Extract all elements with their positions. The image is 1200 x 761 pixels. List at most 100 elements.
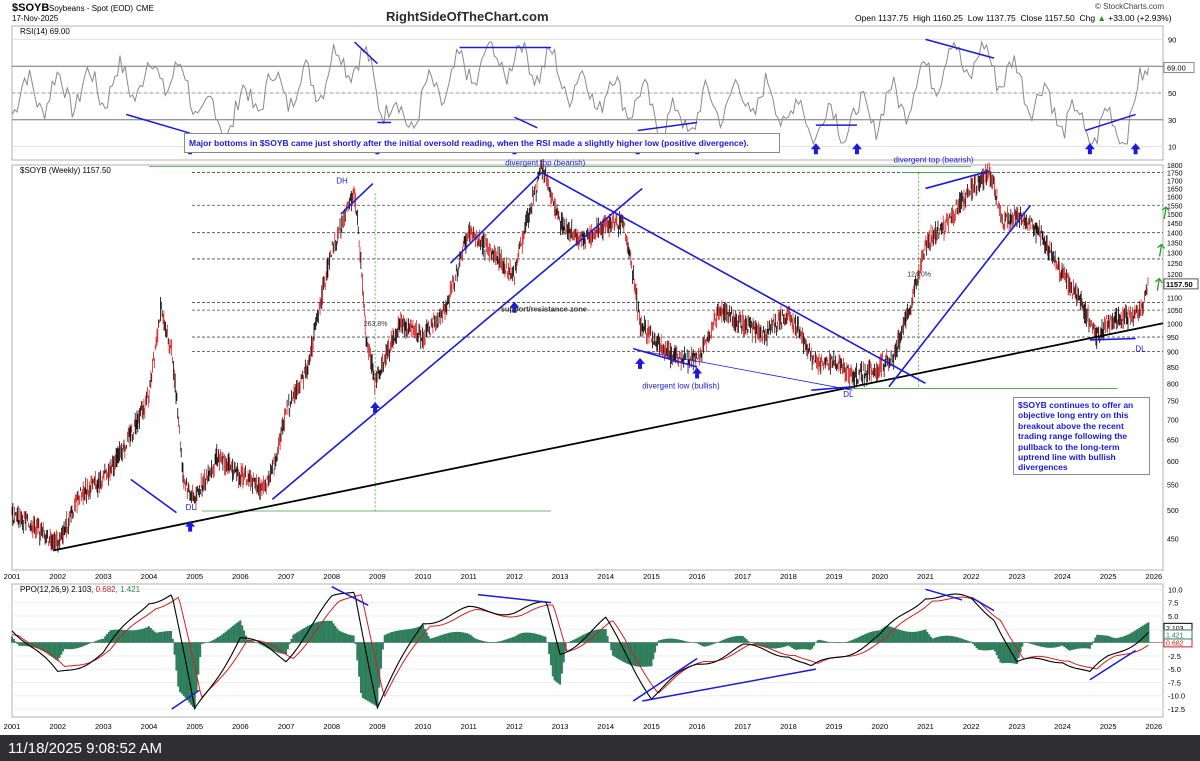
ppo-x-tick-label: 2005 xyxy=(186,722,203,731)
ppo-tick-label: -12.5 xyxy=(1168,705,1185,714)
ppo-tick-label: 5.0 xyxy=(1168,612,1178,621)
price-tick-label: 1400 xyxy=(1167,231,1183,238)
ppo-legend: PPO(12,26,9) 2.103, 0.682, 1.421 xyxy=(20,585,141,594)
price-tick-label: 1600 xyxy=(1167,195,1183,202)
ppo-x-tick-label: 2014 xyxy=(597,722,614,731)
price-legend: $SOYB (Weekly) 1157.50 xyxy=(20,166,111,175)
ppo-x-tick-label: 2021 xyxy=(917,722,934,731)
ppo-x-tick-label: 2023 xyxy=(1008,722,1025,731)
ppo-x-tick-label: 2017 xyxy=(734,722,751,731)
chart-svg: 1030507090RSI(14) 69.0069.00450500550600… xyxy=(4,25,1199,731)
ppo-x-tick-label: 2007 xyxy=(278,722,295,731)
price-tick-label: 1000 xyxy=(1167,321,1183,328)
pct-label-1: 263.8% xyxy=(364,321,388,328)
price-tick-label: 850 xyxy=(1167,365,1179,372)
price-tick-label: 800 xyxy=(1167,381,1179,388)
divergent-low-label: divergent low (bullish) xyxy=(642,381,720,390)
ppo-tick-label: 10.0 xyxy=(1168,585,1183,594)
price-x-tick-label: 2018 xyxy=(780,572,797,581)
price-x-tick-label: 2008 xyxy=(323,572,340,581)
price-tick-label: 1200 xyxy=(1167,272,1183,279)
price-tick-label: 750 xyxy=(1167,399,1179,406)
ppo-x-tick-label: 2016 xyxy=(689,722,706,731)
price-tick-label: 600 xyxy=(1167,459,1179,466)
ppo-x-tick-label: 2012 xyxy=(506,722,523,731)
chart-stage: $SOYB Soybeans - Spot (EOD) CME 17-Nov-2… xyxy=(0,0,1200,761)
price-x-tick-label: 2005 xyxy=(186,572,203,581)
rsi-tick-label: 10 xyxy=(1168,143,1176,152)
price-x-tick-label: 2022 xyxy=(963,572,980,581)
ppo-x-tick-label: 2004 xyxy=(141,722,158,731)
rsi-tick-label: 30 xyxy=(1168,116,1176,125)
ppo-x-tick-label: 2006 xyxy=(232,722,249,731)
ppo-x-tick-label: 2008 xyxy=(323,722,340,731)
rsi-current-value: 69.00 xyxy=(1167,64,1186,73)
divergent-top-label-2: divergent top (bearish) xyxy=(894,156,974,165)
price-x-tick-label: 2002 xyxy=(49,572,66,581)
divergent-top-label-1: divergent top (bearish) xyxy=(505,159,585,168)
price-tick-label: 950 xyxy=(1167,335,1179,342)
support-resistance-label: support/resistance zone xyxy=(501,304,587,313)
ppo-x-tick-label: 2013 xyxy=(552,722,569,731)
price-tick-label: 1650 xyxy=(1167,186,1183,193)
ppo-tick-label: -5.0 xyxy=(1168,665,1181,674)
price-x-tick-label: 2013 xyxy=(552,572,569,581)
price-tick-label: 550 xyxy=(1167,482,1179,489)
price-x-tick-label: 2023 xyxy=(1008,572,1025,581)
price-tick-label: 1800 xyxy=(1167,163,1183,170)
ppo-value-text: 0.682 xyxy=(1166,640,1184,647)
price-tick-label: 650 xyxy=(1167,437,1179,444)
price-tick-label: 900 xyxy=(1167,350,1179,357)
price-x-tick-label: 2003 xyxy=(95,572,112,581)
ppo-x-tick-label: 2019 xyxy=(826,722,843,731)
ppo-x-tick-label: 2011 xyxy=(461,722,477,731)
price-x-tick-label: 2012 xyxy=(506,572,523,581)
price-current-value: 1157.50 xyxy=(1166,280,1193,289)
ppo-x-tick-label: 2009 xyxy=(369,722,386,731)
ppo-x-tick-label: 2002 xyxy=(49,722,66,731)
ppo-x-tick-label: 2020 xyxy=(871,722,888,731)
price-x-tick-label: 2004 xyxy=(141,572,158,581)
ppo-x-tick-label: 2022 xyxy=(963,722,980,731)
rsi-tick-label: 90 xyxy=(1168,35,1176,44)
price-x-tick-label: 2019 xyxy=(826,572,843,581)
price-x-tick-label: 2016 xyxy=(689,572,706,581)
price-tick-label: 1350 xyxy=(1167,240,1183,247)
price-tick-label: 450 xyxy=(1167,536,1179,543)
price-tick-label: 1100 xyxy=(1167,296,1182,303)
ppo-x-tick-label: 2003 xyxy=(95,722,112,731)
price-tick-label: 500 xyxy=(1167,508,1179,515)
ppo-x-tick-label: 2024 xyxy=(1054,722,1071,731)
price-tick-label: 1750 xyxy=(1167,171,1183,178)
price-annotation-note: $SOYB continues to offer an objective lo… xyxy=(1013,397,1150,475)
price-x-tick-label: 2021 xyxy=(917,572,934,581)
price-tick-label: 1700 xyxy=(1167,178,1183,185)
price-tick-label: 1300 xyxy=(1167,251,1183,258)
ppo-value-text: 1.421 xyxy=(1166,632,1184,639)
taskbar-datetime[interactable]: 11/18/2025 9:08:52 AM xyxy=(8,740,162,757)
price-x-tick-label: 2006 xyxy=(232,572,249,581)
pct-label-2: 124.0% xyxy=(907,271,931,278)
price-x-tick-label: 2024 xyxy=(1054,572,1071,581)
ppo-tick-label: -10.0 xyxy=(1168,692,1185,701)
price-x-tick-label: 2020 xyxy=(871,572,888,581)
price-x-tick-label: 2015 xyxy=(643,572,660,581)
price-x-tick-label: 2011 xyxy=(461,572,477,581)
ppo-x-tick-label: 2025 xyxy=(1100,722,1117,731)
price-tick-label: 1500 xyxy=(1167,212,1183,219)
price-tick-label: 1250 xyxy=(1167,261,1183,268)
rsi-tick-label: 50 xyxy=(1168,89,1176,98)
ppo-tick-label: -2.5 xyxy=(1168,652,1181,661)
price-x-tick-label: 2014 xyxy=(597,572,614,581)
price-tick-label: 1450 xyxy=(1167,221,1183,228)
dh-label: DH xyxy=(336,177,348,186)
dl-label-2: DL xyxy=(843,390,854,399)
ppo-x-tick-label: 2015 xyxy=(643,722,660,731)
price-x-tick-label: 2001 xyxy=(4,572,21,581)
price-x-tick-label: 2025 xyxy=(1100,572,1117,581)
price-tick-label: 1050 xyxy=(1167,308,1183,315)
price-tick-label: 700 xyxy=(1167,417,1179,424)
ppo-x-tick-label: 2010 xyxy=(415,722,432,731)
taskbar: 11/18/2025 9:08:52 AM xyxy=(0,735,1200,761)
ppo-tick-label: 7.5 xyxy=(1168,599,1178,608)
